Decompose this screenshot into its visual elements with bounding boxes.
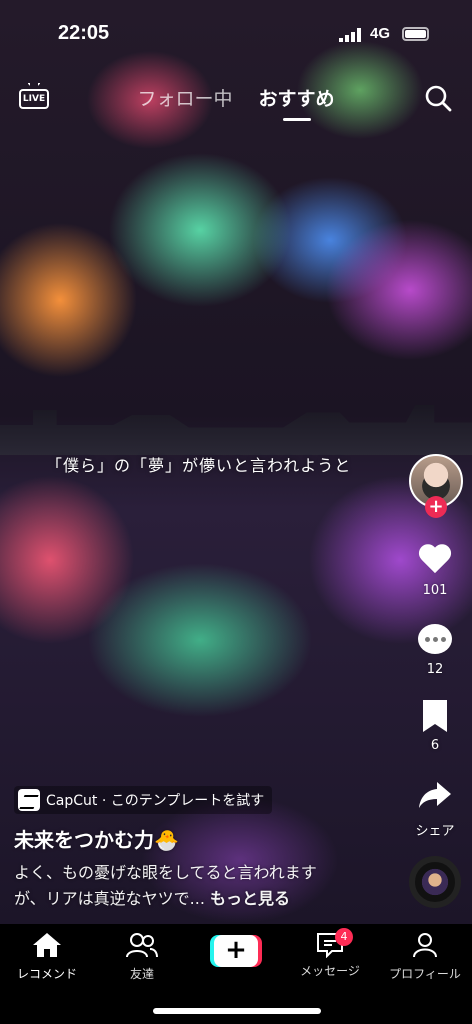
share-arrow-icon — [419, 782, 451, 808]
capcut-icon — [18, 789, 40, 811]
nav-friends[interactable]: 友達 — [97, 932, 187, 982]
capcut-template-link[interactable]: CapCut · このテンプレートを試す — [14, 786, 273, 814]
music-disc[interactable] — [409, 856, 461, 908]
capcut-label: CapCut · このテンプレートを試す — [46, 793, 265, 809]
nav-inbox[interactable]: 4 メッセージ — [285, 928, 375, 979]
like-count: 101 — [422, 583, 448, 598]
network-label: 4G — [370, 25, 391, 42]
tab-following[interactable]: フォロー中 — [137, 84, 232, 111]
create-button[interactable]: + — [210, 935, 262, 967]
video-description: よく、もの憂げな眼をしてると言われますが、リアは真逆なヤツで... もっと見る — [14, 860, 344, 912]
comment-button[interactable]: 12 — [404, 622, 466, 677]
comment-count: 12 — [426, 662, 444, 677]
follow-button[interactable]: + — [425, 496, 447, 518]
video-overlay-caption: 「僕ら」の「夢」が儚いと言われようと — [46, 456, 352, 475]
save-button[interactable]: 6 — [404, 700, 466, 753]
share-button[interactable]: シェア — [404, 778, 466, 839]
nav-home-label: レコメンド — [16, 967, 77, 981]
heart-icon — [417, 545, 453, 577]
nav-home[interactable]: レコメンド — [2, 932, 92, 982]
home-icon — [33, 933, 61, 957]
home-indicator[interactable] — [153, 1008, 321, 1014]
feed-tabs: フォロー中 おすすめ — [0, 84, 472, 121]
plus-icon: + — [214, 935, 258, 967]
city-skyline — [0, 405, 472, 455]
nav-profile[interactable]: プロフィール — [380, 932, 470, 982]
bookmark-icon — [423, 700, 447, 732]
nav-friends-label: 友達 — [129, 967, 154, 981]
video-title: 未来をつかむ力🐣 — [14, 828, 179, 852]
status-time: 22:05 — [58, 22, 110, 44]
battery-icon — [402, 27, 429, 41]
signal-icon — [339, 28, 361, 42]
comment-icon — [418, 624, 452, 654]
profile-icon — [413, 933, 437, 958]
like-button[interactable]: 101 — [404, 545, 466, 598]
friends-icon — [126, 933, 158, 958]
nav-profile-label: プロフィール — [389, 967, 461, 981]
save-count: 6 — [430, 738, 440, 753]
status-bar: 22:05 4G — [0, 0, 472, 70]
see-more-link[interactable]: もっと見る — [210, 889, 290, 908]
inbox-badge: 4 — [335, 928, 353, 946]
share-label: シェア — [415, 824, 455, 839]
tab-for-you[interactable]: おすすめ — [259, 84, 335, 121]
search-icon[interactable] — [424, 84, 452, 112]
nav-inbox-label: メッセージ — [300, 964, 360, 978]
